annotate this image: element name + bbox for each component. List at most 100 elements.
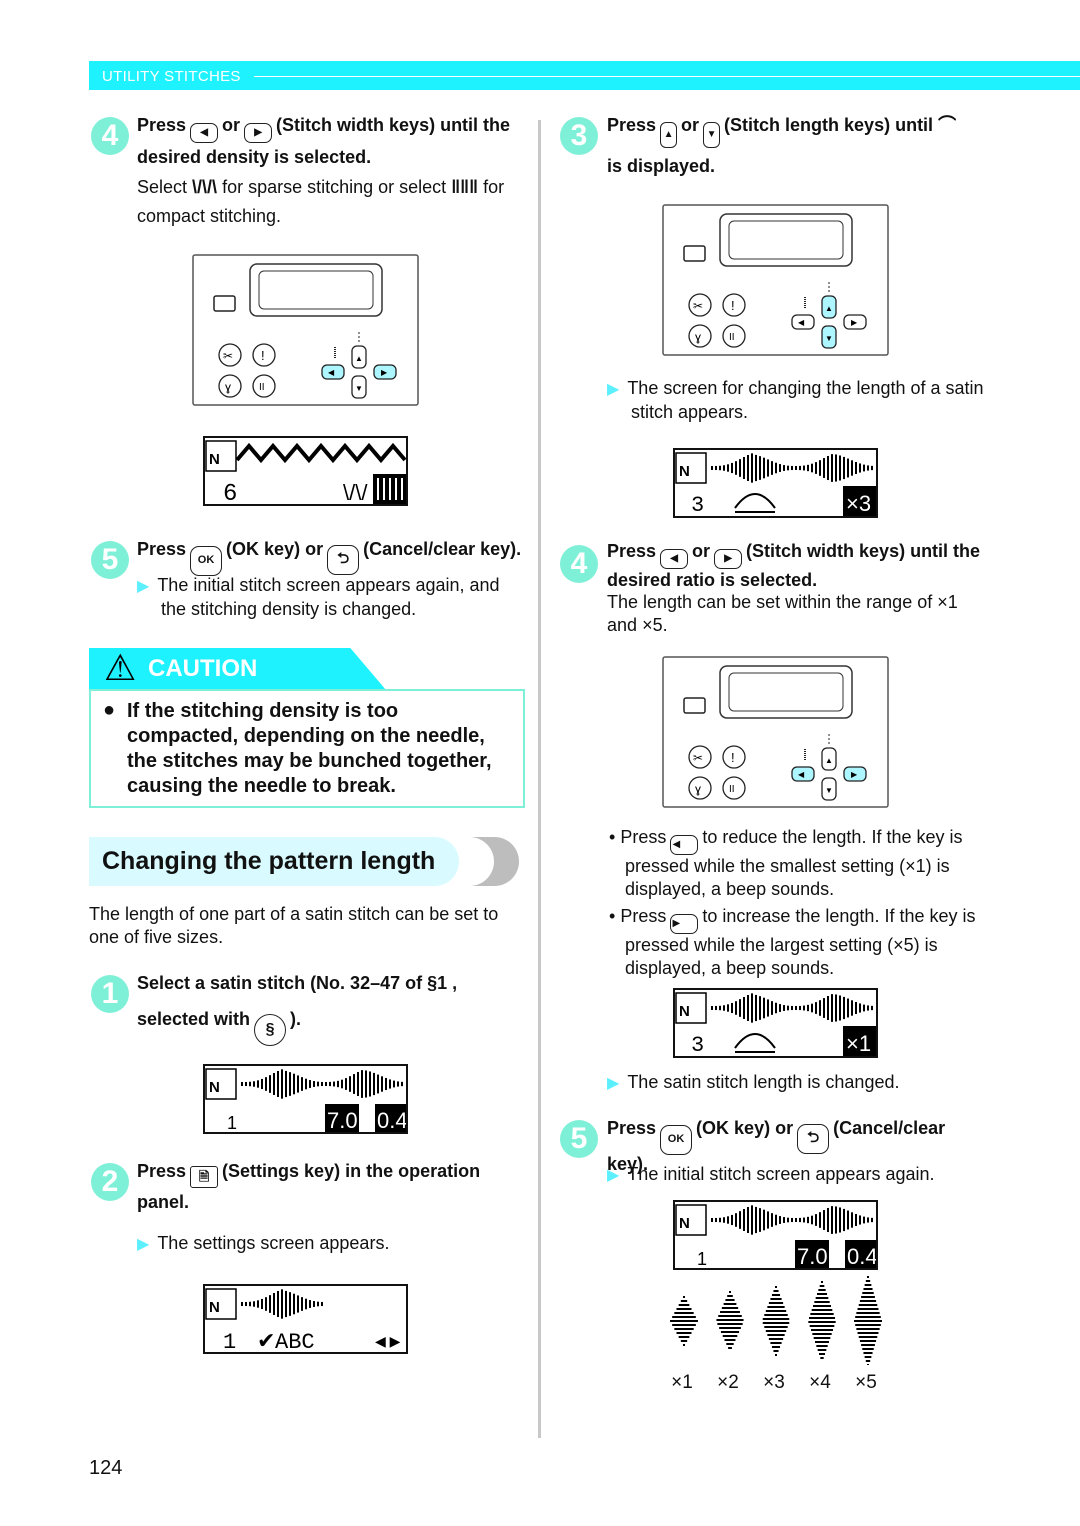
right-arrow-key-icon: [714, 549, 743, 569]
result-arrow-icon: ▶: [607, 1167, 620, 1184]
arrows-icon: ◀ ▶: [375, 1333, 401, 1349]
satin-diamond-4: [808, 1281, 836, 1359]
svg-text:ɣ: ɣ: [225, 380, 231, 394]
text: 1 ,: [437, 973, 458, 993]
lcd-ratio: ×1: [846, 1031, 871, 1056]
svg-text:◀: ◀: [328, 368, 335, 377]
lcd-page: 1: [223, 1330, 236, 1352]
step-number: 5: [560, 1120, 598, 1158]
step-result: ▶ The settings screen appears.: [137, 1232, 389, 1256]
text: (OK key) or: [696, 1118, 794, 1138]
lcd-number: 6: [223, 481, 237, 504]
satin-diamond-5: [854, 1276, 882, 1365]
text: for sparse stitching or select: [222, 177, 447, 197]
svg-text:▶: ▶: [851, 318, 858, 327]
intro-text: The length of one part of a satin stitch…: [89, 904, 499, 947]
text: The initial stitch screen appears again.: [627, 1164, 935, 1184]
caution-title: CAUTION: [148, 655, 258, 682]
operation-panel-diagram: ✂! ɣ II ▲ ▼ ◀ ▶: [662, 656, 889, 808]
lcd-number: 3: [691, 1033, 704, 1056]
svg-text:N: N: [679, 463, 690, 480]
right-arrow-key-icon: [244, 123, 273, 143]
text: or: [692, 541, 711, 561]
svg-text:▼: ▼: [825, 786, 833, 795]
svg-text:!: !: [261, 348, 265, 363]
section-heading-text: Changing the pattern length: [102, 847, 436, 875]
result-arrow-icon: ▶: [137, 1236, 150, 1253]
lcd-stitch-screen: N 1 7.0 0.4: [203, 1064, 408, 1134]
lcd-number: 3: [691, 493, 704, 516]
svg-text:▼: ▼: [355, 384, 363, 393]
svg-text:◀: ◀: [798, 318, 805, 327]
text: (Stitch length keys) until: [724, 115, 934, 135]
cancel-key-icon: [797, 1124, 830, 1154]
cancel-key-icon: [327, 545, 360, 575]
svg-text:✂: ✂: [223, 349, 233, 363]
lcd-value: ABC: [275, 1330, 315, 1352]
svg-text:ɣ: ɣ: [695, 330, 701, 344]
text: (Settings key) in the operation: [222, 1161, 481, 1181]
satin-diamond-1: [670, 1296, 698, 1346]
size-label: ×5: [855, 1372, 877, 1393]
warning-icon: ⚠: [104, 647, 137, 688]
svg-text:\/\/: \/\/: [343, 480, 368, 504]
lcd-ratio: ×3: [846, 491, 871, 516]
lcd-category: 1: [697, 1249, 707, 1268]
text: desired ratio is selected.: [607, 570, 818, 590]
text: or: [681, 115, 700, 135]
step-4-instruction: Press or (Stitch width keys) until the des…: [137, 111, 532, 228]
size-label: ×1: [671, 1372, 693, 1393]
size-label: ×3: [763, 1372, 785, 1393]
operation-panel-diagram: ✂! ɣ II ▲ ▼ ◀ ▶: [662, 204, 889, 356]
text: Press: [607, 115, 657, 135]
step-3-instruction: Press or (Stitch length keys) until ⌒ is d…: [607, 111, 1047, 181]
text: for: [483, 177, 505, 197]
sparse-stitch-icon: \/\/\: [192, 177, 218, 197]
lcd-length-value: 0.4: [847, 1244, 876, 1268]
svg-text:▶: ▶: [851, 770, 858, 779]
lcd-length-value: 0.4: [377, 1108, 406, 1132]
compact-stitch-icon: ‖‖‖: [451, 177, 479, 197]
svg-text:✂: ✂: [693, 299, 703, 313]
bullet-item: • Pressto reduce the length. If the key …: [609, 826, 999, 901]
text: panel.: [137, 1192, 190, 1212]
step-number: 2: [91, 1163, 129, 1201]
step-2-instruction: Press (Settings key) in the operation pan…: [137, 1157, 537, 1217]
satin-length-icon: ⌒: [938, 115, 957, 135]
svg-text:✂: ✂: [693, 751, 703, 765]
svg-text:N: N: [209, 451, 220, 468]
up-arrow-key-icon: [660, 122, 678, 148]
text: desired density is selected.: [137, 147, 372, 167]
step-result: ▶ The screen for changing the length of a…: [607, 377, 1007, 424]
text: The length can be set within the range o…: [607, 592, 933, 612]
svg-text:N: N: [679, 1215, 690, 1232]
section-header: UTILITY STITCHES: [89, 61, 1080, 90]
section-title: UTILITY STITCHES: [102, 68, 241, 85]
text: (Cancel/clear key).: [363, 539, 522, 559]
step-4-instruction: Press or (Stitch width keys) until the des…: [607, 538, 1047, 637]
lcd-category: 1: [227, 1113, 237, 1132]
lcd-width-value: 7.0: [327, 1108, 358, 1132]
left-arrow-key-icon: [190, 123, 219, 143]
step-result: ▶ The initial stitch screen appears again…: [607, 1163, 934, 1187]
lcd-length-screen: N 3 ×3: [673, 448, 878, 518]
lcd-settings-screen: N 1 ✔ ABC ◀ ▶: [203, 1284, 408, 1354]
svg-text:◀: ◀: [798, 770, 805, 779]
text: ×5: [642, 615, 663, 635]
step-result: ▶ The initial stitch screen appears again…: [137, 574, 527, 621]
text: ×1: [937, 592, 958, 612]
ok-key-icon: OK: [190, 546, 223, 576]
text: Press: [137, 1161, 187, 1181]
text: The initial stitch screen appears again,…: [157, 575, 500, 619]
right-arrow-key-icon: [670, 914, 699, 934]
lcd-width-value: 7.0: [797, 1244, 828, 1268]
svg-text:II: II: [729, 784, 735, 795]
text: Press: [620, 906, 667, 926]
text: ).: [290, 1009, 302, 1029]
step-1-instruction: Select a satin stitch (No. 32–47 of §1 ,…: [137, 969, 537, 1046]
step-5-instruction: PressOK(OK key) or (Cancel/clear key).: [137, 535, 537, 576]
lcd-stitch-screen: N 1 7.0 0.4: [673, 1200, 878, 1270]
satin-length-icon: [734, 493, 776, 513]
step-number: 3: [560, 117, 598, 155]
svg-text:▶: ▶: [381, 368, 388, 377]
